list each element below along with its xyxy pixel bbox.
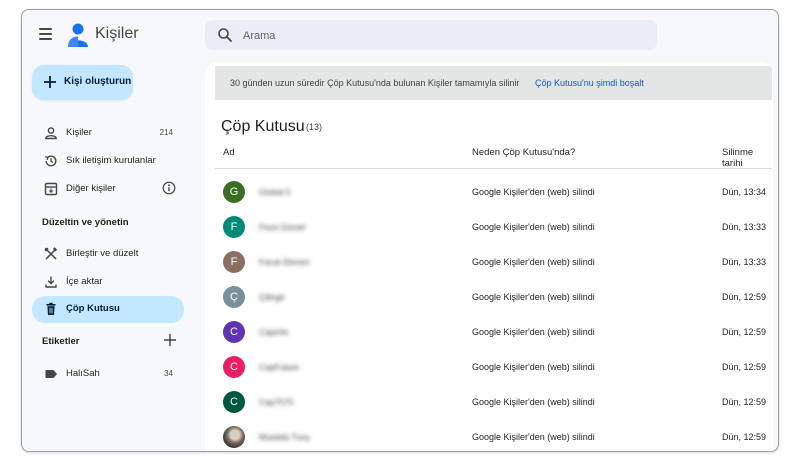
sidebar: Kişi oluşturun Kişiler 214 Sık iletişim … — [22, 62, 197, 451]
delete-reason: Google Kişiler'den (web) silindi — [472, 327, 595, 337]
fix-manage-heading: Düzeltin ve yönetin — [42, 217, 129, 228]
delete-date: Dün, 12:59 — [722, 292, 767, 302]
main-menu-icon[interactable] — [36, 24, 56, 44]
sidebar-item-label: Diğer kişiler — [66, 183, 116, 194]
empty-trash-link[interactable]: Çöp Kutusu'nu şimdi boşalt — [535, 78, 644, 88]
person-icon — [44, 126, 58, 140]
top-bar: Kişiler — [22, 10, 778, 62]
sidebar-item-label: İçe aktar — [66, 276, 103, 287]
delete-reason: Google Kişiler'den (web) silindi — [472, 397, 595, 407]
avatar: G — [223, 181, 245, 203]
table-row[interactable]: Ç Çilingir Google Kişiler'den (web) sili… — [215, 280, 772, 315]
delete-date: Dün, 12:59 — [722, 362, 767, 372]
table-row[interactable]: G Global 5 Google Kişiler'den (web) sili… — [215, 175, 772, 210]
contact-name: Çilingir — [259, 292, 285, 302]
column-header-reason: Neden Çöp Kutusu'nda? — [472, 147, 576, 158]
plus-icon — [43, 75, 57, 89]
table-row[interactable]: Mustafa Tunç Google Kişiler'den (web) si… — [215, 420, 772, 451]
avatar: F — [223, 251, 245, 273]
table-row[interactable]: C CapFuture Google Kişiler'den (web) sil… — [215, 350, 772, 385]
archive-icon — [44, 182, 58, 196]
column-header-date: Silinme tarihi — [722, 147, 754, 169]
delete-reason: Google Kişiler'den (web) silindi — [472, 257, 595, 267]
sidebar-item-label: HalıSah — [66, 368, 100, 379]
download-icon — [44, 275, 58, 289]
delete-date: Dün, 12:59 — [722, 397, 767, 407]
sidebar-item-label: Kişiler — [66, 127, 92, 138]
table-row[interactable]: F Feza Gürsel Google Kişiler'den (web) s… — [215, 210, 772, 245]
contact-name: Mustafa Tunç — [259, 432, 311, 442]
contact-name: Faruk Ekmen — [259, 257, 310, 267]
label-tag-icon — [44, 367, 58, 381]
build-tools-icon — [44, 247, 58, 261]
contact-name: Global 5 — [259, 187, 291, 197]
delete-reason: Google Kişiler'den (web) silindi — [472, 362, 595, 372]
sidebar-item-merge[interactable]: Birleştir ve düzelt — [32, 241, 184, 267]
trash-panel: 30 günden uzun süredir Çöp Kutusu'nda bu… — [205, 62, 773, 451]
contact-name: CapFuture — [259, 362, 300, 372]
sidebar-item-label: Çöp Kutusu — [66, 303, 120, 314]
contacts-logo-icon — [67, 22, 89, 48]
avatar: C — [223, 356, 245, 378]
contact-name: Cap7575 — [259, 397, 294, 407]
sidebar-item-frequent[interactable]: Sık iletişim kurulanlar — [32, 148, 184, 174]
delete-date: Dün, 12:59 — [722, 327, 767, 337]
add-label-icon[interactable] — [163, 333, 177, 347]
delete-date: Dün, 13:34 — [722, 187, 767, 197]
delete-reason: Google Kişiler'den (web) silindi — [472, 222, 595, 232]
search-icon[interactable] — [217, 27, 233, 43]
contact-name: Feza Gürsel — [259, 222, 306, 232]
trash-icon — [44, 302, 58, 316]
page-title: Çöp Kutusu — [221, 118, 305, 135]
avatar: F — [223, 216, 245, 238]
trash-count: (13) — [306, 122, 323, 132]
label-count: 34 — [164, 369, 173, 378]
app-title: Kişiler — [95, 25, 139, 42]
delete-date: Dün, 12:59 — [722, 432, 767, 442]
delete-reason: Google Kişiler'den (web) silindi — [472, 187, 595, 197]
delete-date: Dün, 13:33 — [722, 257, 767, 267]
sidebar-item-label: Birleştir ve düzelt — [66, 248, 139, 259]
delete-reason: Google Kişiler'den (web) silindi — [472, 292, 595, 302]
avatar: Ç — [223, 286, 245, 308]
avatar: C — [223, 391, 245, 413]
contact-name: Capinfo — [259, 327, 289, 337]
column-header-name: Ad — [223, 147, 235, 158]
sidebar-item-label-halisah[interactable]: HalıSah 34 — [32, 361, 184, 387]
sidebar-item-other-contacts[interactable]: Diğer kişiler — [32, 176, 184, 202]
create-contact-label: Kişi oluşturun — [64, 76, 132, 87]
contacts-count: 214 — [159, 128, 173, 137]
labels-heading: Etiketler — [42, 336, 80, 347]
delete-reason: Google Kişiler'den (web) silindi — [472, 432, 595, 442]
delete-date: Dün, 13:33 — [722, 222, 767, 232]
history-icon — [44, 154, 58, 168]
trash-info-banner: 30 günden uzun süredir Çöp Kutusu'nda bu… — [215, 66, 772, 100]
table-row[interactable]: F Faruk Ekmen Google Kişiler'den (web) s… — [215, 245, 772, 280]
avatar-photo — [223, 426, 245, 448]
app-window: Kişiler Kişi oluşturun — [21, 9, 779, 452]
avatar: C — [223, 321, 245, 343]
sidebar-item-contacts[interactable]: Kişiler 214 — [32, 120, 184, 146]
table-row[interactable]: C Capinfo Google Kişiler'den (web) silin… — [215, 315, 772, 350]
create-contact-button[interactable]: Kişi oluşturun — [32, 65, 133, 100]
sidebar-item-label: Sık iletişim kurulanlar — [66, 155, 156, 166]
header-divider — [215, 168, 772, 169]
sidebar-item-trash[interactable]: Çöp Kutusu — [32, 296, 184, 323]
sidebar-item-import[interactable]: İçe aktar — [32, 269, 184, 295]
table-row[interactable]: C Cap7575 Google Kişiler'den (web) silin… — [215, 385, 772, 420]
banner-text: 30 günden uzun süredir Çöp Kutusu'nda bu… — [230, 78, 520, 88]
search-input[interactable] — [241, 25, 645, 47]
search-bar[interactable] — [205, 20, 657, 50]
info-icon[interactable] — [162, 181, 176, 195]
